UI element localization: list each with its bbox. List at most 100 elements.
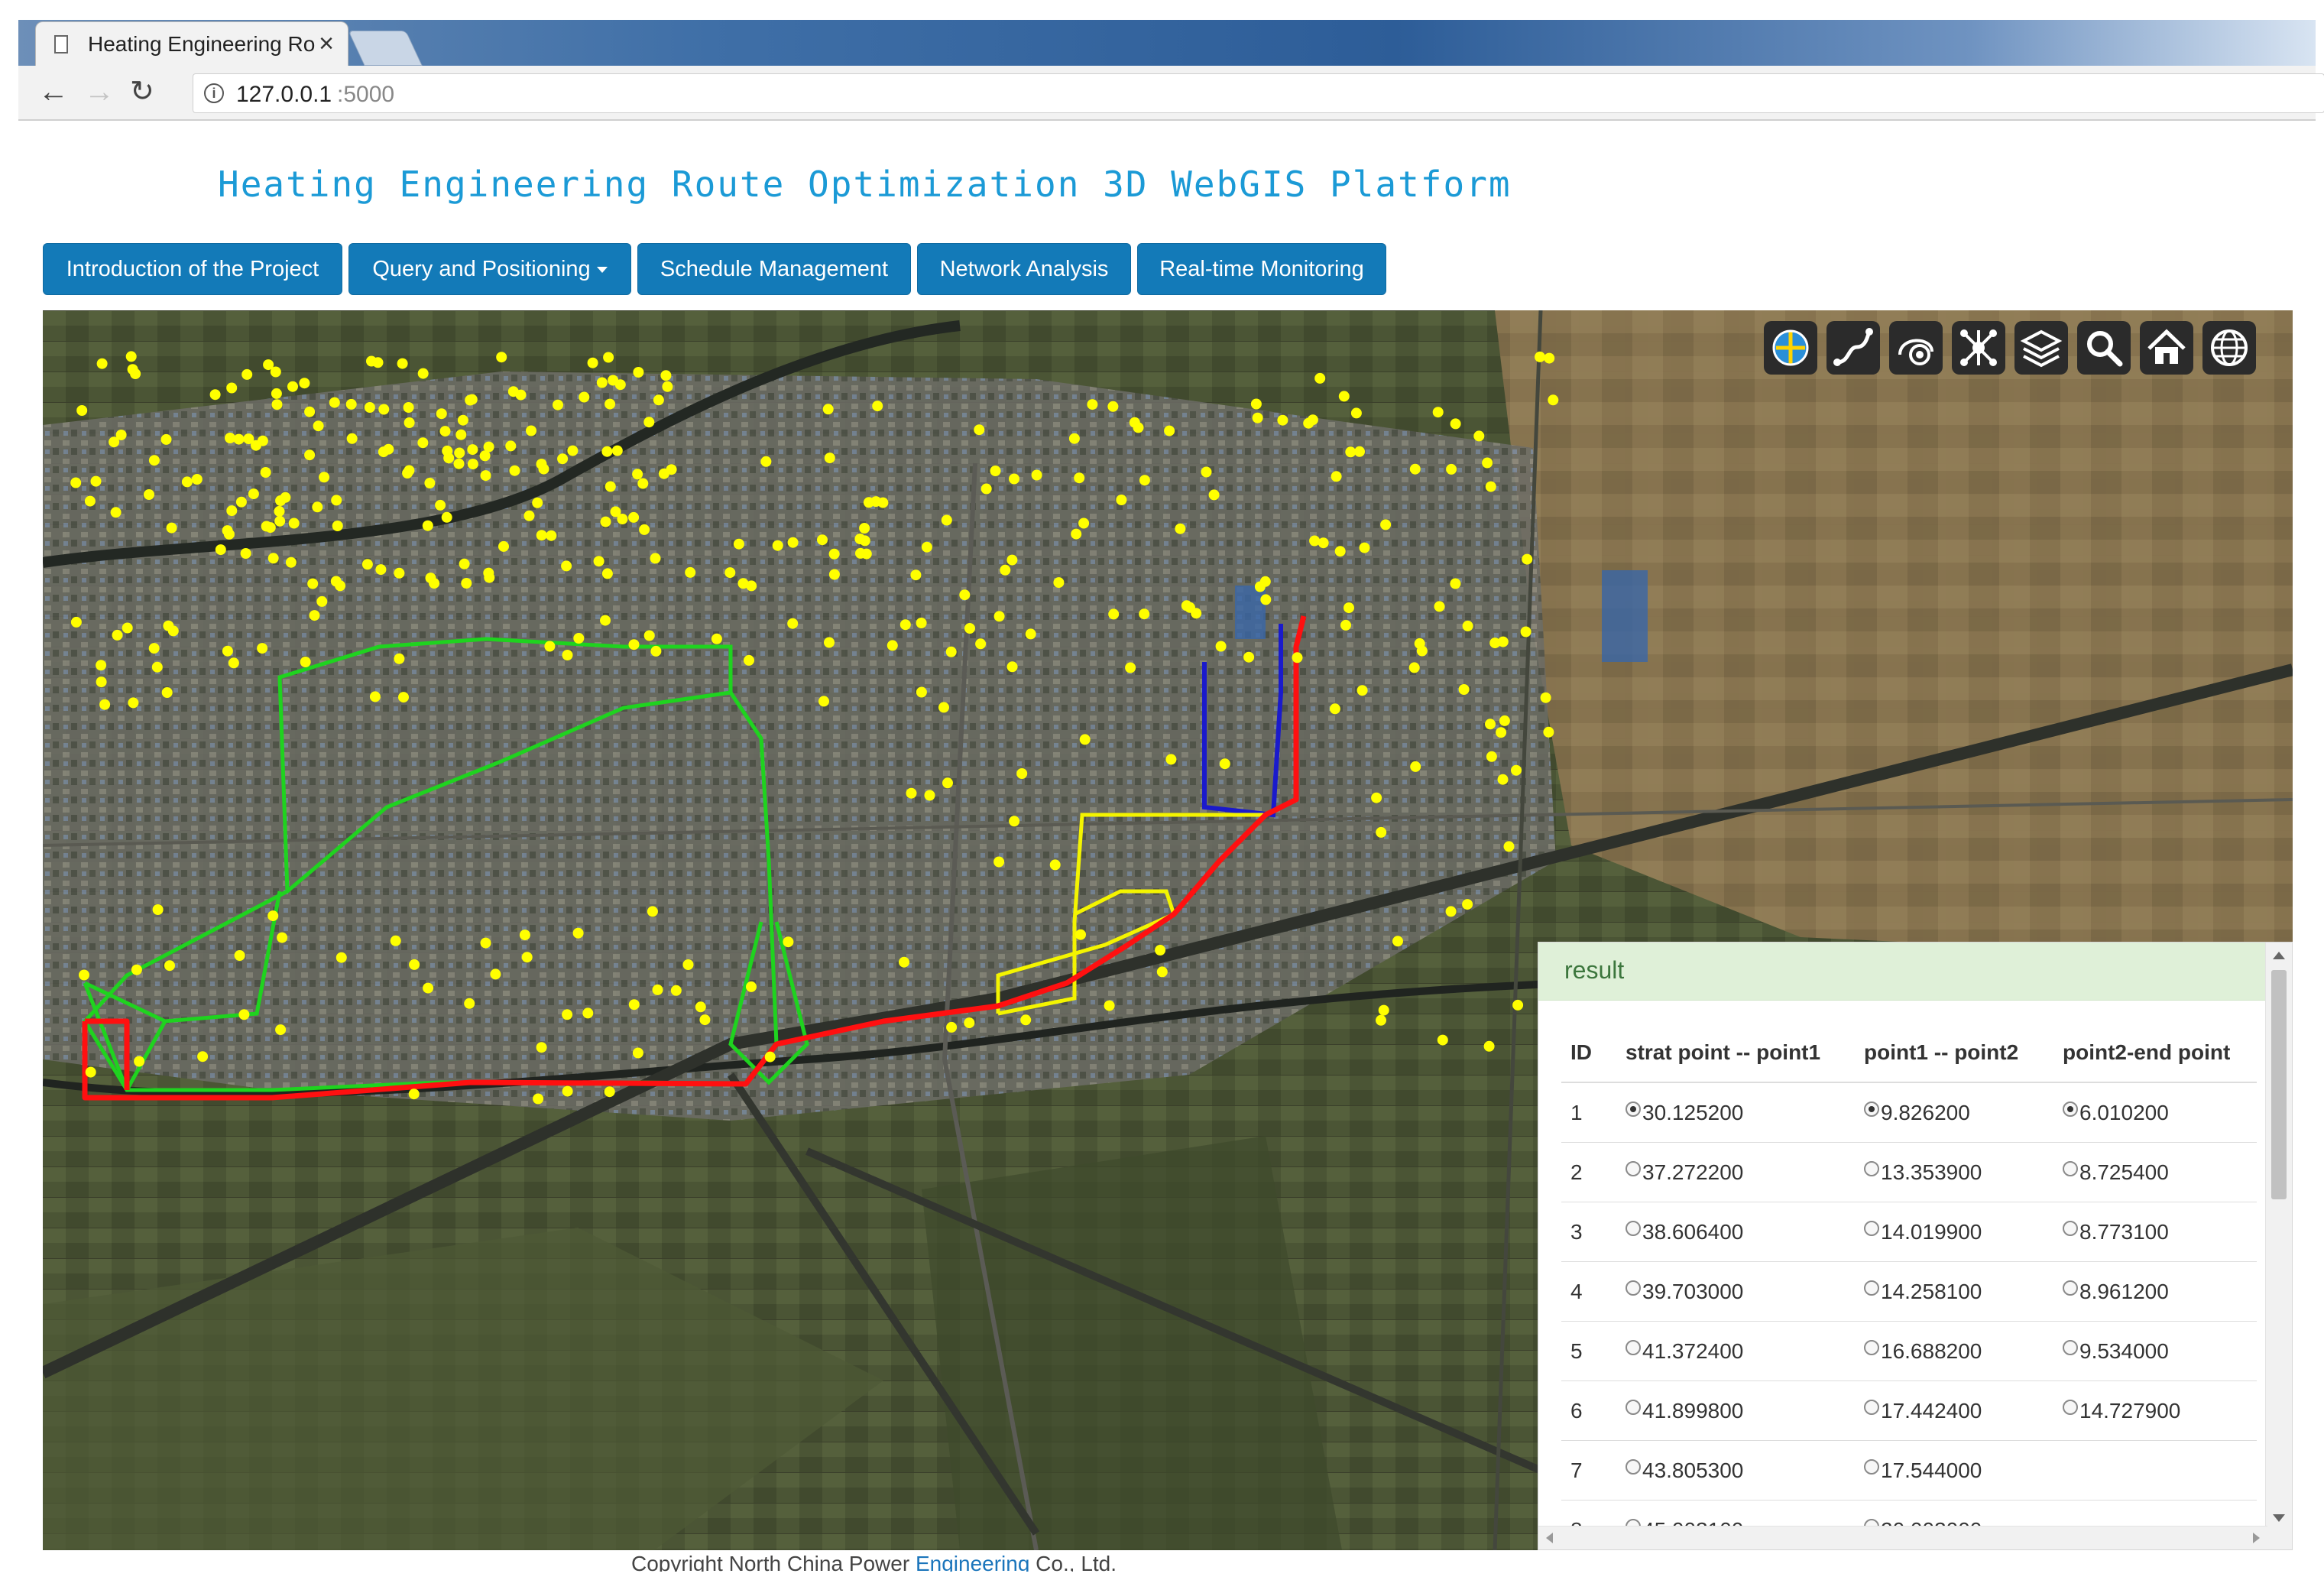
network-node[interactable] [375,564,387,576]
network-node[interactable] [611,445,623,456]
network-node[interactable] [467,459,478,470]
network-node[interactable] [238,1009,250,1020]
network-node[interactable] [632,1047,643,1059]
network-node[interactable] [164,960,175,972]
network-node[interactable] [1409,463,1421,475]
network-node[interactable] [422,520,433,531]
network-node[interactable] [439,426,451,437]
network-node[interactable] [275,1024,287,1036]
network-node[interactable] [1473,430,1485,442]
network-node[interactable] [653,394,664,406]
network-icon[interactable] [1952,321,2005,375]
network-node[interactable] [870,496,882,508]
network-node[interactable] [1356,685,1368,696]
network-node[interactable] [1009,816,1020,827]
network-node[interactable] [1016,768,1028,779]
network-node[interactable] [496,352,507,363]
network-node[interactable] [274,515,286,527]
network-node[interactable] [1344,602,1354,614]
network-node[interactable] [274,505,285,517]
network-node[interactable] [1139,608,1150,620]
network-node[interactable] [509,465,520,476]
network-node[interactable] [603,352,614,363]
network-node[interactable] [76,405,88,416]
network-node[interactable] [536,459,547,470]
network-node[interactable] [90,475,102,487]
network-node[interactable] [1450,578,1461,589]
network-node[interactable] [191,474,203,485]
route-radio[interactable] [2063,1280,2078,1296]
network-node[interactable] [1087,399,1098,410]
network-node[interactable] [248,488,259,500]
network-node[interactable] [372,357,384,368]
network-node[interactable] [1078,517,1090,529]
route-radio[interactable] [1626,1400,1641,1416]
network-node[interactable] [1006,661,1018,673]
network-node[interactable] [127,364,138,375]
forward-icon[interactable]: → [84,76,115,107]
network-node[interactable] [562,1085,573,1097]
network-node[interactable] [1462,899,1473,910]
network-node[interactable] [1446,463,1457,475]
network-node[interactable] [1544,352,1555,364]
network-node[interactable] [79,969,89,981]
network-node[interactable] [604,1086,615,1098]
close-tab-icon[interactable]: × [319,28,334,59]
network-node[interactable] [134,1056,145,1067]
network-node[interactable] [270,366,281,378]
network-node[interactable] [824,453,835,464]
network-node[interactable] [313,420,324,432]
network-node[interactable] [403,402,414,413]
network-node[interactable] [417,368,429,379]
network-node[interactable] [1314,372,1326,384]
network-node[interactable] [277,932,288,943]
scrollbar-thumb[interactable] [2271,970,2287,1199]
network-node[interactable] [1107,401,1119,412]
network-node[interactable] [480,937,491,949]
route-radio[interactable] [1626,1280,1641,1296]
back-icon[interactable]: ← [38,76,69,107]
network-node[interactable] [148,455,160,466]
network-node[interactable] [1485,481,1496,492]
network-node[interactable] [523,510,535,521]
network-node[interactable] [378,446,389,458]
route-radio[interactable] [2063,1340,2078,1356]
network-node[interactable] [316,595,328,607]
network-node[interactable] [666,464,677,475]
network-node[interactable] [964,623,975,634]
network-node[interactable] [455,429,467,440]
network-node[interactable] [235,496,247,508]
network-node[interactable] [160,433,172,445]
network-node[interactable] [330,576,342,587]
network-node[interactable] [974,424,985,436]
route-radio[interactable] [1626,1459,1641,1475]
route-radio[interactable] [1626,1221,1641,1237]
network-node[interactable] [122,622,133,634]
network-node[interactable] [1331,471,1342,482]
network-node[interactable] [637,478,649,489]
network-node[interactable] [1434,601,1445,612]
network-node[interactable] [1164,425,1175,436]
table-row[interactable]: 5 41.372400 16.688200 9.534000 [1561,1321,2257,1381]
route-radio[interactable] [2063,1161,2078,1177]
network-node[interactable] [628,511,640,523]
network-node[interactable] [993,611,1005,622]
network-node[interactable] [711,633,722,644]
network-node[interactable] [397,358,408,369]
network-node[interactable] [424,478,436,488]
network-node[interactable] [817,534,828,546]
network-node[interactable] [670,985,682,996]
network-node[interactable] [573,633,585,644]
network-node[interactable] [1000,564,1011,576]
network-node[interactable] [498,540,509,552]
network-node[interactable] [1483,1040,1495,1052]
network-node[interactable] [764,1051,776,1063]
network-node[interactable] [1074,472,1085,484]
network-node[interactable] [699,1014,711,1026]
network-node[interactable] [271,388,282,399]
network-node[interactable] [1277,414,1288,426]
network-node[interactable] [532,497,543,508]
network-node[interactable] [1496,727,1507,738]
network-node[interactable] [787,618,799,629]
network-node[interactable] [1376,826,1387,838]
